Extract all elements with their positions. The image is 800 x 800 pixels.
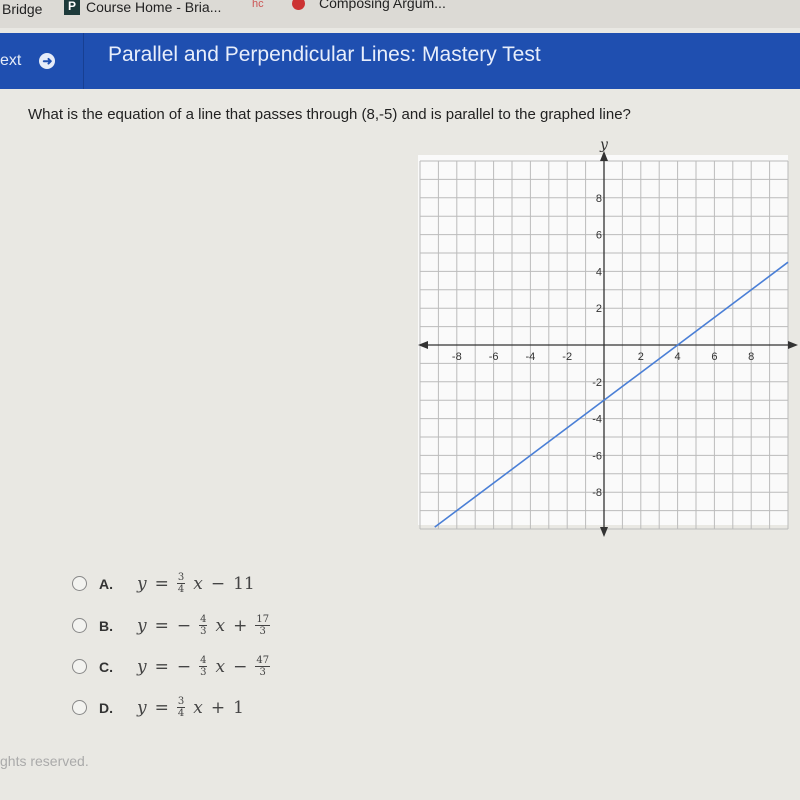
option-letter: C.	[99, 658, 113, 675]
answer-option[interactable]: A. y = 34x − 11	[72, 572, 255, 595]
x-tick-label: 2	[638, 351, 644, 363]
const-sign: +	[210, 697, 226, 718]
coef-sign: −	[176, 656, 192, 677]
option-equation: y = 34x − 11	[137, 572, 255, 595]
option-letter: D.	[99, 699, 113, 716]
option-equation: y = 34x + 1	[137, 696, 244, 719]
x-tick-label: -6	[489, 351, 499, 363]
radio-button[interactable]	[72, 659, 87, 674]
x-tick-label: -8	[452, 351, 462, 363]
answer-option[interactable]: D. y = 34x + 1	[72, 696, 244, 719]
coordinate-graph: yx-8-6-4-224688642-2-4-6-8	[418, 137, 798, 537]
x-tick-label: -2	[562, 351, 572, 363]
denominator: 4	[177, 584, 185, 595]
denominator: 3	[200, 667, 207, 678]
variable: x	[193, 573, 203, 594]
x-arrow-icon	[788, 341, 798, 349]
coef-fraction: 34	[176, 696, 186, 719]
y-arrow-icon	[600, 527, 608, 537]
option-equation: y = − 43x + 17 3	[137, 614, 271, 637]
variable: x	[215, 656, 226, 677]
lhs: y	[137, 697, 147, 718]
option-letter: B.	[99, 617, 113, 634]
numerator: 4	[199, 655, 208, 667]
const-sign: +	[233, 615, 248, 636]
constant: 1	[233, 697, 244, 718]
answer-option[interactable]: C. y = − 43x − 47 3	[72, 655, 271, 678]
variable: x	[215, 615, 226, 636]
option-letter: A.	[99, 575, 113, 592]
coef-sign: −	[176, 615, 192, 636]
y-tick-label: 8	[596, 193, 602, 205]
x-tick-label: 8	[748, 351, 754, 363]
y-tick-label: -2	[592, 377, 602, 389]
lhs: y	[137, 615, 147, 636]
y-tick-label: -8	[592, 487, 602, 499]
constant: 11	[233, 573, 255, 594]
const-sign: −	[210, 573, 226, 594]
denominator: 3	[200, 626, 207, 637]
y-axis-label: y	[599, 137, 609, 153]
const-sign: −	[233, 656, 248, 677]
y-tick-label: 4	[596, 266, 602, 278]
option-equation: y = − 43x − 47 3	[137, 655, 271, 678]
y-tick-label: -6	[592, 450, 602, 462]
y-tick-label: 2	[596, 303, 602, 315]
numerator: 17	[255, 614, 271, 626]
coef-fraction: 43	[199, 655, 208, 678]
y-tick-label: 6	[596, 230, 602, 242]
answer-option[interactable]: B. y = − 43x + 17 3	[72, 614, 271, 637]
numerator: 3	[176, 572, 186, 584]
radio-button[interactable]	[72, 576, 87, 591]
x-tick-label: -4	[526, 351, 536, 363]
numerator: 4	[199, 614, 208, 626]
coef-fraction: 34	[176, 572, 186, 595]
denominator: 3	[259, 667, 266, 678]
const-fraction: 17 3	[255, 614, 271, 637]
numerator: 47	[255, 655, 271, 667]
x-tick-label: 6	[711, 351, 717, 363]
y-tick-label: -4	[592, 414, 602, 426]
denominator: 4	[177, 708, 185, 719]
variable: x	[193, 697, 203, 718]
equals: =	[154, 615, 169, 636]
footer-copyright: ghts reserved.	[0, 753, 89, 769]
equals: =	[154, 573, 169, 594]
numerator: 3	[176, 696, 186, 708]
equals: =	[154, 697, 169, 718]
const-fraction: 47 3	[255, 655, 271, 678]
x-tick-label: 4	[675, 351, 681, 363]
denominator: 3	[259, 626, 266, 637]
lhs: y	[137, 573, 147, 594]
radio-button[interactable]	[72, 618, 87, 633]
coef-fraction: 43	[199, 614, 208, 637]
radio-button[interactable]	[72, 700, 87, 715]
lhs: y	[137, 656, 147, 677]
equals: =	[154, 656, 169, 677]
